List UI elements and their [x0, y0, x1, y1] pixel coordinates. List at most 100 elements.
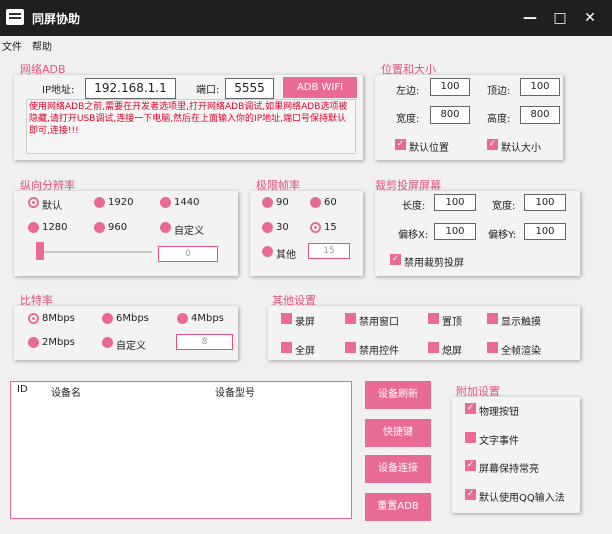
bitrate-custom-radio[interactable] [102, 337, 113, 348]
shortcut-button[interactable]: 快捷键 [365, 419, 431, 447]
resolution-slider-handle[interactable] [36, 242, 44, 260]
text-event-checkbox[interactable] [465, 432, 476, 443]
crop-length-label: 长度: [402, 201, 426, 212]
resolution-custom-radio[interactable] [160, 222, 171, 233]
text-event-label: 文字事件 [479, 436, 519, 447]
resolution-1920-label: 1920 [108, 197, 134, 208]
disable-control-label: 禁用控件 [359, 346, 399, 357]
physical-buttons-checkbox[interactable]: ✓ [465, 403, 476, 414]
bitrate-6mbps-radio[interactable] [102, 313, 113, 324]
full-frame-render-checkbox[interactable] [487, 342, 498, 353]
fps-other-value-box[interactable]: 15 [308, 243, 350, 259]
left-input[interactable]: 100 [430, 78, 470, 96]
resolution-960-radio[interactable] [94, 222, 105, 233]
bitrate-4mbps-radio[interactable] [177, 313, 188, 324]
refresh-devices-button[interactable]: 设备刷新 [365, 381, 431, 409]
width-input[interactable]: 800 [430, 106, 470, 124]
default-size-checkbox[interactable]: ✓ [487, 139, 498, 150]
resolution-custom-label: 自定义 [174, 226, 204, 237]
port-label: 端口: [196, 85, 220, 96]
window-title: 同屏协助 [32, 12, 81, 26]
full-frame-render-label: 全帧渲染 [501, 346, 541, 357]
disable-control-checkbox[interactable] [345, 342, 356, 353]
resolution-value-box[interactable]: 0 [158, 246, 218, 262]
device-list-header-model[interactable]: 设备型号 [215, 384, 255, 399]
resolution-1280-label: 1280 [42, 222, 68, 233]
bitrate-custom-label: 自定义 [116, 341, 146, 352]
bitrate-8mbps-radio[interactable] [28, 313, 39, 324]
menu-file[interactable]: 文件 [2, 38, 22, 53]
default-position-label: 默认位置 [409, 143, 449, 154]
maximize-button[interactable]: □ [550, 8, 570, 28]
fps-30-label: 30 [276, 222, 289, 233]
crop-offset-y-input[interactable]: 100 [524, 223, 566, 240]
resolution-group-title: 纵向分辨率 [20, 179, 75, 192]
fps-60-radio[interactable] [310, 197, 321, 208]
fullscreen-checkbox[interactable] [281, 342, 292, 353]
bitrate-6mbps-label: 6Mbps [116, 313, 149, 324]
crop-offset-x-input[interactable]: 100 [434, 223, 476, 240]
height-input[interactable]: 800 [520, 106, 560, 124]
resolution-slider-track[interactable] [36, 251, 152, 253]
show-touch-checkbox[interactable] [487, 313, 498, 324]
crop-offset-y-label: 偏移Y: [488, 230, 517, 241]
bitrate-4mbps-label: 4Mbps [191, 313, 224, 324]
crop-offset-x-label: 偏移X: [398, 230, 429, 241]
top-label: 顶边: [487, 86, 511, 97]
always-on-top-label: 置顶 [442, 317, 462, 328]
device-list-header-id[interactable]: ID [17, 384, 28, 395]
height-label: 高度: [487, 114, 511, 125]
fps-other-label: 其他 [276, 250, 296, 261]
fps-other-radio[interactable] [262, 246, 273, 257]
position-group-title: 位置和大小 [381, 63, 436, 76]
menu-help[interactable]: 帮助 [32, 38, 52, 53]
reset-adb-button[interactable]: 重置ADB [365, 493, 431, 521]
port-input[interactable]: 5555 [225, 78, 274, 99]
crop-length-input[interactable]: 100 [434, 194, 476, 211]
qq-input-checkbox[interactable]: ✓ [465, 489, 476, 500]
close-button[interactable]: ✕ [580, 8, 600, 28]
resolution-default-label: 默认 [42, 201, 62, 212]
left-label: 左边: [396, 86, 420, 97]
fps-90-radio[interactable] [262, 197, 273, 208]
show-touch-label: 显示触摸 [501, 317, 541, 328]
fps-15-radio[interactable] [310, 222, 321, 233]
record-label: 录屏 [295, 317, 315, 328]
device-list[interactable]: ID 设备名 设备型号 [10, 381, 352, 519]
bitrate-8mbps-label: 8Mbps [42, 313, 75, 324]
bitrate-group-title: 比特率 [20, 294, 53, 307]
physical-buttons-label: 物理按钮 [479, 407, 519, 418]
minimize-button[interactable]: — [520, 8, 540, 28]
bitrate-custom-value-box[interactable]: 8 [176, 334, 233, 350]
resolution-1920-radio[interactable] [94, 197, 105, 208]
resolution-1440-radio[interactable] [160, 197, 171, 208]
connect-device-button[interactable]: 设备连接 [365, 455, 431, 483]
disable-crop-checkbox[interactable]: ✓ [390, 254, 401, 265]
disable-window-label: 禁用窗口 [359, 317, 399, 328]
adb-notice-text: 使用网络ADB之前,需要在开发者选项里,打开网络ADB调试,如果网络ADB选项被… [26, 99, 356, 154]
device-list-header-name[interactable]: 设备名 [51, 384, 81, 399]
stay-awake-checkbox[interactable]: ✓ [465, 460, 476, 471]
fps-15-label: 15 [324, 222, 337, 233]
crop-width-input[interactable]: 100 [524, 194, 566, 211]
crop-width-label: 宽度: [492, 201, 516, 212]
adb-group-title: 网络ADB [20, 63, 66, 76]
adb-wifi-button[interactable]: ADB WIFI [283, 77, 357, 98]
fps-60-label: 60 [324, 197, 337, 208]
bitrate-2mbps-label: 2Mbps [42, 337, 75, 348]
ip-input[interactable]: 192.168.1.1 [85, 78, 176, 99]
always-on-top-checkbox[interactable] [428, 313, 439, 324]
ip-label: IP地址: [42, 85, 75, 96]
bitrate-2mbps-radio[interactable] [28, 337, 39, 348]
resolution-default-radio[interactable] [28, 197, 39, 208]
screen-off-label: 熄屏 [442, 346, 462, 357]
resolution-960-label: 960 [108, 222, 128, 233]
resolution-1280-radio[interactable] [28, 222, 39, 233]
fps-30-radio[interactable] [262, 222, 273, 233]
disable-window-checkbox[interactable] [345, 313, 356, 324]
default-position-checkbox[interactable]: ✓ [395, 139, 406, 150]
top-input[interactable]: 100 [520, 78, 560, 96]
record-checkbox[interactable] [281, 313, 292, 324]
stay-awake-label: 屏幕保持常亮 [479, 464, 539, 475]
screen-off-checkbox[interactable] [428, 342, 439, 353]
